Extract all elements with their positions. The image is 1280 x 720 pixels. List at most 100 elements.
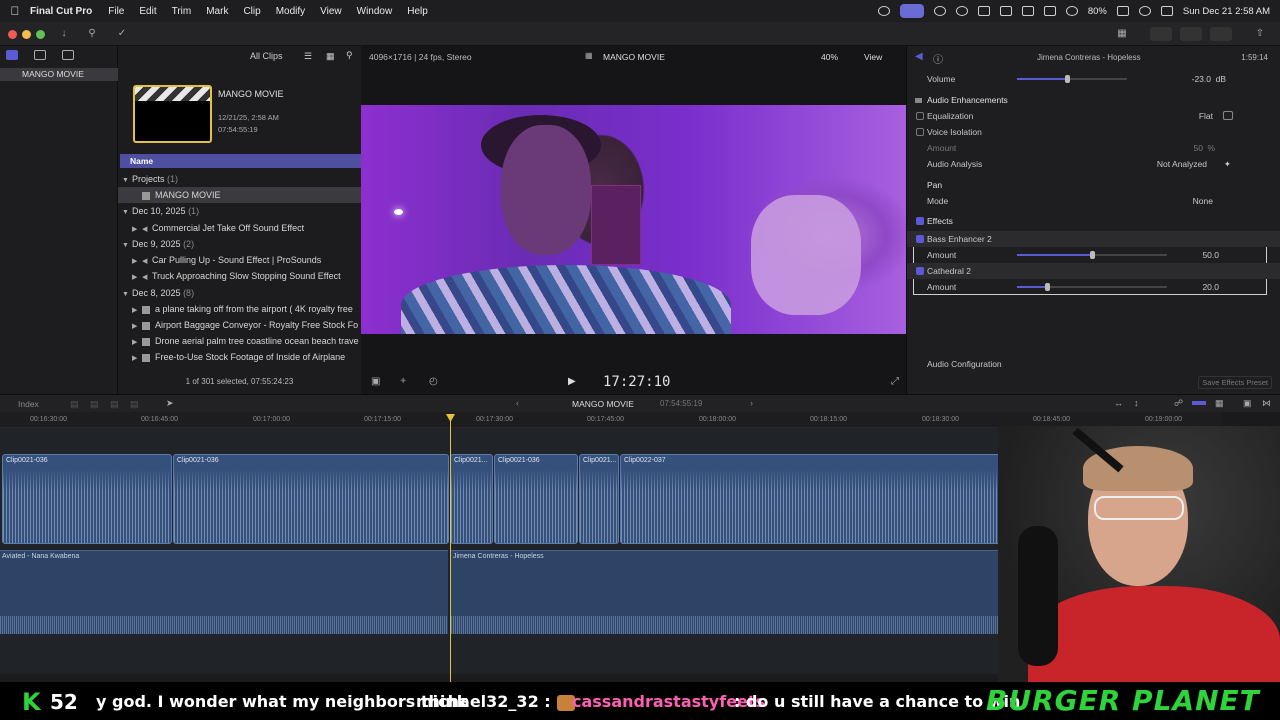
menu-help[interactable]: Help bbox=[407, 6, 428, 17]
menu-mark[interactable]: Mark bbox=[206, 6, 228, 17]
disclosure-icon[interactable]: ▶ bbox=[132, 270, 142, 284]
group-dec-9[interactable]: ▼ Dec 9, 2025 (2) bbox=[118, 236, 361, 252]
list-item[interactable]: ▶ Drone aerial palm tree coastline ocean … bbox=[118, 333, 361, 349]
fullscreen-icon[interactable]: ⤢ bbox=[891, 376, 899, 387]
group-dec-8[interactable]: ▼ Dec 8, 2025 (8) bbox=[118, 285, 361, 301]
skimming-icon[interactable]: ↕ bbox=[1134, 398, 1139, 408]
voice-isolation-checkbox[interactable] bbox=[916, 128, 924, 136]
enhance-icon[interactable]: ✦ bbox=[399, 376, 407, 387]
search-icon[interactable]: ⚲ bbox=[346, 50, 353, 61]
group-dec-10[interactable]: ▼ Dec 10, 2025 (1) bbox=[118, 203, 361, 219]
effect2-amount[interactable]: 20.0 bbox=[1202, 279, 1219, 295]
timeline-clip[interactable]: Clip0021-036 bbox=[494, 454, 578, 544]
effects-checkbox[interactable] bbox=[916, 217, 924, 225]
menu-clip[interactable]: Clip bbox=[243, 6, 260, 17]
audio-configuration-header[interactable]: Audio Configuration bbox=[907, 356, 1280, 372]
libraries-icon[interactable] bbox=[6, 50, 18, 60]
effect1-amount[interactable]: 50.0 bbox=[1202, 247, 1219, 263]
list-item[interactable]: ▶ Airport Baggage Conveyor - Royalty Free… bbox=[118, 317, 361, 333]
disclosure-icon[interactable]: ▼ bbox=[122, 205, 132, 219]
list-item[interactable]: MANGO MOVIE bbox=[118, 187, 361, 203]
zoom-dropdown[interactable]: 40% bbox=[821, 52, 838, 62]
volume-knob[interactable] bbox=[1064, 75, 1070, 83]
info-inspector-icon[interactable]: ⓘ bbox=[933, 51, 943, 66]
effect-bass-enhancer[interactable]: Bass Enhancer 2 bbox=[907, 231, 1280, 247]
apple-icon[interactable]:  bbox=[0, 4, 30, 18]
clip-appearance-icon[interactable]: ▦ bbox=[1215, 398, 1224, 409]
import-icon[interactable]: ↓ bbox=[54, 27, 74, 41]
wifi-icon[interactable] bbox=[1065, 6, 1078, 16]
select-tool-icon[interactable]: ➤ bbox=[166, 398, 174, 409]
menu-trim[interactable]: Trim bbox=[172, 6, 192, 17]
effects-header[interactable]: Effects bbox=[907, 213, 1280, 229]
timeline-clip[interactable]: Clip0021... bbox=[579, 454, 619, 544]
titles-generators-icon[interactable] bbox=[62, 50, 74, 60]
volume-value[interactable]: -23.0 bbox=[1192, 71, 1211, 87]
effects-browser-icon[interactable]: ▣ bbox=[1243, 398, 1252, 409]
disclosure-icon[interactable]: ▶ bbox=[132, 319, 142, 333]
share-icon[interactable]: ⇧ bbox=[1250, 27, 1270, 41]
keywords-icon[interactable]: ⚲ bbox=[82, 27, 102, 41]
menu-file[interactable]: File bbox=[108, 6, 124, 17]
browser-toggle-icon[interactable] bbox=[1150, 27, 1172, 41]
timecode-display[interactable]: 17:27:10 bbox=[603, 374, 670, 390]
effect2-knob[interactable] bbox=[1045, 283, 1050, 291]
clock[interactable]: Sun Dec 21 2:58 AM bbox=[1183, 6, 1270, 17]
transform-icon[interactable]: ▣ bbox=[371, 376, 380, 387]
list-item[interactable]: ▶ ◀ Car Pulling Up - Sound Effect | ProSou… bbox=[118, 252, 361, 268]
timeline-clip[interactable]: Clip0021-036 bbox=[2, 454, 172, 544]
disclosure-icon[interactable]: ▶ bbox=[132, 222, 142, 236]
eq-graph-icon[interactable] bbox=[1223, 111, 1233, 120]
menu-modify[interactable]: Modify bbox=[276, 6, 305, 17]
photos-audio-icon[interactable] bbox=[34, 50, 46, 60]
save-effects-preset-button[interactable]: Save Effects Preset bbox=[1198, 376, 1272, 389]
disclosure-icon[interactable]: ▶ bbox=[132, 254, 142, 268]
headphones-icon[interactable]: ☍ bbox=[1174, 398, 1183, 409]
timeline-clip[interactable]: Clip0021-036 bbox=[173, 454, 449, 544]
disclosure-icon[interactable]: ▶ bbox=[132, 303, 142, 317]
timeline-project-name[interactable]: MANGO MOVIE bbox=[572, 399, 634, 409]
name-column-header[interactable]: Name bbox=[120, 154, 361, 168]
list-item[interactable]: ▶ a plane taking off from the airport ( 4… bbox=[118, 301, 361, 317]
group-projects[interactable]: ▼ Projects (1) bbox=[118, 171, 361, 187]
voice-amount-value[interactable]: 50 bbox=[1194, 140, 1203, 156]
equalization-dropdown[interactable]: Flat bbox=[1199, 108, 1213, 124]
insert-icon[interactable]: ▤ bbox=[90, 399, 99, 410]
list-item[interactable]: ▶ Free-to-Use Stock Footage of Inside of … bbox=[118, 349, 361, 365]
close-window-button[interactable] bbox=[8, 30, 17, 39]
clip-filter-dropdown[interactable]: All Clips bbox=[250, 51, 283, 61]
menu-window[interactable]: Window bbox=[357, 6, 393, 17]
effect1-knob[interactable] bbox=[1090, 251, 1095, 259]
zoom-to-fit-icon[interactable]: ↔ bbox=[1114, 398, 1123, 408]
minimize-window-button[interactable] bbox=[22, 30, 31, 39]
display-icon[interactable] bbox=[999, 6, 1012, 16]
equalization-checkbox[interactable] bbox=[916, 112, 924, 120]
record-icon[interactable] bbox=[933, 6, 946, 16]
video-frame[interactable] bbox=[361, 105, 906, 334]
bluetooth-icon[interactable] bbox=[1043, 6, 1056, 16]
enhancements-header[interactable]: Audio Enhancements bbox=[907, 92, 1280, 108]
list-item[interactable]: ▶ ◀ Commercial Jet Take Off Sound Effect bbox=[118, 220, 361, 236]
view-dropdown[interactable]: View bbox=[864, 52, 882, 62]
snapping-icon[interactable] bbox=[1192, 401, 1206, 405]
battery-icon[interactable] bbox=[1116, 6, 1129, 16]
timeline-toggle-icon[interactable] bbox=[1180, 27, 1202, 41]
menu-edit[interactable]: Edit bbox=[139, 6, 156, 17]
effect-cathedral[interactable]: Cathedral 2 bbox=[907, 263, 1280, 279]
creative-cloud-icon[interactable] bbox=[877, 6, 890, 16]
list-item[interactable]: ▶ ◀ Truck Approaching Slow Stopping Sound … bbox=[118, 268, 361, 284]
music-clip[interactable]: Aviated - Nana Kwabena bbox=[0, 550, 448, 634]
transitions-icon[interactable]: ⋈ bbox=[1262, 398, 1271, 409]
pan-header[interactable]: Pan bbox=[907, 177, 1280, 193]
overwrite-icon[interactable]: ▤ bbox=[130, 399, 139, 410]
search-icon[interactable] bbox=[1138, 6, 1151, 16]
share-layout-icon[interactable]: ▦ bbox=[1108, 27, 1136, 41]
effect1-slider[interactable] bbox=[1017, 251, 1167, 259]
video-capture-icon[interactable] bbox=[899, 4, 924, 18]
play-button[interactable]: ▶ bbox=[568, 376, 576, 387]
disclosure-icon[interactable]: ▼ bbox=[122, 173, 132, 187]
clip-appearance-icon[interactable]: ▦ bbox=[326, 51, 335, 62]
playhead[interactable] bbox=[450, 414, 451, 682]
pan-mode-dropdown[interactable]: None bbox=[1193, 193, 1213, 209]
control-center-icon[interactable] bbox=[1160, 6, 1173, 16]
